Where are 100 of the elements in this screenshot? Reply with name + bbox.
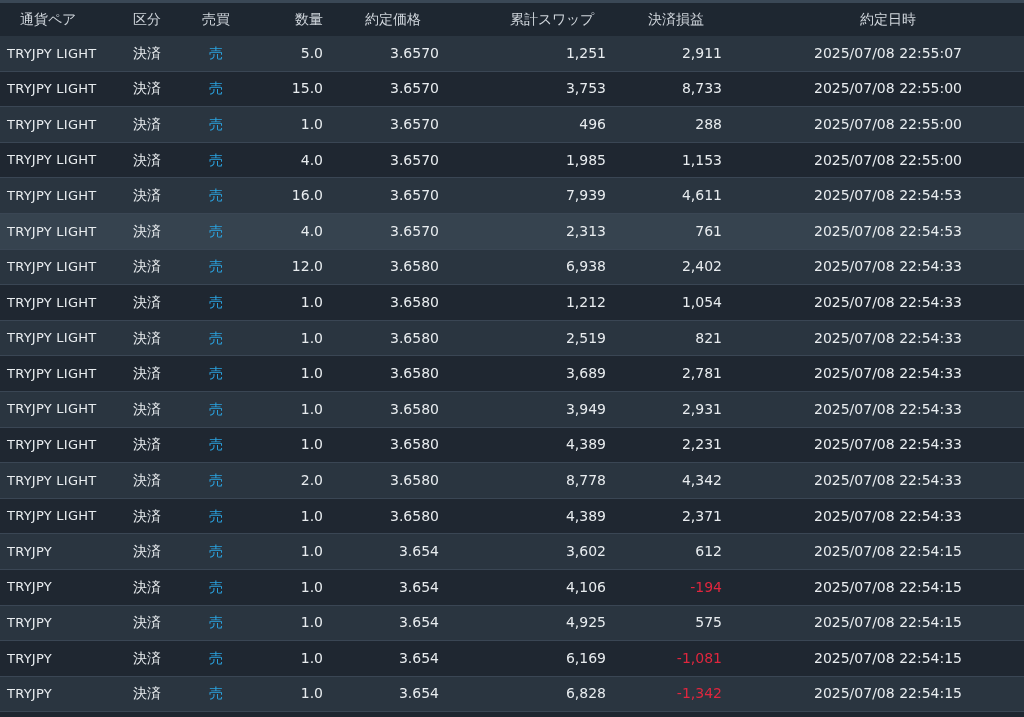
table-cell-text: TRYJPY LIGHT <box>6 186 98 205</box>
table-cell-text: 16.0 <box>290 186 323 206</box>
column-header[interactable]: 売買 <box>172 9 260 30</box>
table-cell-text: 売 <box>208 292 224 312</box>
table-row[interactable]: TRYJPY LIGHT 決済 売 1.0 3.6580 3,949 2,931 2025/07/08 22:54:33 <box>0 391 1024 428</box>
table-cell-text: 2,911 <box>680 43 722 63</box>
table-cell-text: 決済 <box>132 470 162 490</box>
table-cell-text: 売 <box>208 221 224 241</box>
table-cell-text: 4.0 <box>299 150 323 170</box>
table-cell-text: 2025/07/08 22:54:15 <box>813 648 963 668</box>
table-cell-text: 売 <box>208 577 224 597</box>
table-cell-text: 決済 <box>132 542 162 562</box>
table-cell-text: 決済 <box>132 292 162 312</box>
table-cell-text: 6,828 <box>564 684 606 704</box>
table-cell-text: 2025/07/08 22:55:00 <box>813 115 963 134</box>
table-cell-text: 1.0 <box>299 542 323 562</box>
table-cell-text: 3.6570 <box>389 115 439 134</box>
table-cell-text: 決済 <box>132 364 162 384</box>
table-row[interactable]: TRYJPY 決済 売 1.0 3.654 4,925 575 2025/07/08 22:54:15 <box>0 605 1024 642</box>
table-cell-text: 売 <box>208 470 224 490</box>
table-cell-text: 売 <box>208 542 224 562</box>
table-cell-text: 3.6580 <box>389 257 439 277</box>
table-cell-text: 1.0 <box>299 506 323 526</box>
table-cell-text: 2025/07/08 22:55:00 <box>813 79 963 99</box>
table-row[interactable]: TRYJPY LIGHT 決済 売 2.0 3.6580 8,778 4,342 2025/07/08 22:54:33 <box>0 463 1024 499</box>
table-cell-text: 12.0 <box>290 257 323 277</box>
column-header[interactable]: 約定日時 <box>722 9 1024 30</box>
table-cell-text: 2,313 <box>564 221 606 241</box>
column-header[interactable]: 決済損益 <box>606 9 722 30</box>
table-cell-text: 2025/07/08 22:54:33 <box>813 470 963 490</box>
column-header[interactable]: 累計スワップ <box>439 9 606 30</box>
table-cell-text: 3.654 <box>397 684 439 704</box>
table-cell-text: 2025/07/08 22:54:15 <box>813 684 963 704</box>
table-cell-text: TRYJPY <box>6 578 53 597</box>
table-cell-text: TRYJPY LIGHT <box>6 329 98 348</box>
column-header[interactable]: 数量 <box>260 9 323 30</box>
table-cell-text: 3,753 <box>564 79 606 99</box>
table-row[interactable]: TRYJPY LIGHT 決済 売 1.0 3.6580 2,519 821 2025/07/08 22:54:33 <box>0 320 1024 357</box>
table-cell-text: 4,389 <box>564 435 606 455</box>
table-cell-text: 3.654 <box>397 613 439 633</box>
table-cell-text: 2,231 <box>680 435 722 455</box>
column-header[interactable]: 通貨ペア <box>0 9 122 30</box>
table-cell-text: 3.654 <box>397 542 439 562</box>
table-cell-text: 3.6570 <box>389 221 439 241</box>
table-cell-text: 8,778 <box>564 470 606 490</box>
table-cell-text: 4,611 <box>680 186 722 206</box>
column-header[interactable]: 区分 <box>122 9 172 30</box>
table-cell-text: 2,519 <box>564 328 606 348</box>
table-cell-text: 2025/07/08 22:55:07 <box>813 43 963 63</box>
table-cell-text: 決済 <box>132 43 162 63</box>
table-cell-text: 3,689 <box>564 364 606 384</box>
table-row[interactable]: TRYJPY LIGHT 決済 売 1.0 3.6570 496 288 2025/07/08 22:55:00 <box>0 107 1024 143</box>
table-cell-text: 2025/07/08 22:54:33 <box>813 435 963 455</box>
table-cell-text: 売 <box>208 684 224 704</box>
table-cell-text: 3.654 <box>397 577 439 597</box>
table-row[interactable]: TRYJPY LIGHT 決済 売 5.0 3.6570 1,251 2,911 2025/07/08 22:55:07 <box>0 36 1024 72</box>
table-cell-text: 3.6580 <box>389 364 439 384</box>
table-cell-text: 4,925 <box>564 613 606 633</box>
table-cell-text: 3.6570 <box>389 79 439 99</box>
table-cell-text: 1,212 <box>564 292 606 312</box>
table-cell-text: 売 <box>208 613 224 633</box>
table-cell-text: 2025/07/08 22:54:33 <box>813 399 963 419</box>
table-cell-text: 4,106 <box>564 577 606 597</box>
table-cell-text: 2025/07/08 22:54:53 <box>813 186 963 206</box>
table-cell-text: 決済 <box>132 399 162 419</box>
table-cell-text: 決済 <box>132 577 162 597</box>
table-cell-text: 2025/07/08 22:54:33 <box>813 364 963 384</box>
table-cell-text: 6,938 <box>564 257 606 277</box>
table-cell-text: 1.0 <box>299 577 323 597</box>
table-row[interactable]: TRYJPY 決済 売 1.0 3.654 6,828 -1,342 2025/07/08 22:54:15 <box>0 676 1024 713</box>
table-row[interactable]: TRYJPY 決済 売 1.0 3.654 3,602 612 2025/07/08 22:54:15 <box>0 534 1024 570</box>
table-row[interactable]: TRYJPY LIGHT 決済 売 16.0 3.6570 7,939 4,611 2025/07/08 22:54:53 <box>0 178 1024 214</box>
table-cell-text: 821 <box>694 328 722 348</box>
table-cell-text: 1,153 <box>680 150 722 170</box>
table-cell-text: 決済 <box>132 79 162 99</box>
table-cell-text: TRYJPY <box>6 614 53 633</box>
table-cell-text: 3.6580 <box>389 506 439 526</box>
table-cell-text: 決済 <box>132 506 162 526</box>
table-cell-text: 決済 <box>132 150 162 170</box>
table-cell-text: 3.6580 <box>389 292 439 312</box>
table-cell-text: 2025/07/08 22:55:00 <box>813 150 963 170</box>
table-cell-text: 売 <box>208 506 224 526</box>
table-cell-text: -1,081 <box>675 648 722 668</box>
table-cell-text: 1.0 <box>299 435 323 455</box>
table-cell-text: -194 <box>689 577 722 597</box>
table-cell-text: 5.0 <box>299 43 323 63</box>
table-cell-text: TRYJPY <box>6 685 53 704</box>
column-header[interactable]: 約定価格 <box>323 9 439 30</box>
table-row[interactable]: TRYJPY LIGHT 決済 売 4.0 3.6570 2,313 761 2025/07/08 22:54:53 <box>0 213 1024 250</box>
table-cell-text: TRYJPY LIGHT <box>6 471 98 490</box>
table-cell-text: 売 <box>208 364 224 384</box>
table-cell-text: 1.0 <box>299 115 323 134</box>
table-cell-text: 売 <box>208 43 224 63</box>
table-row[interactable]: TRYJPY LIGHT 決済 売 12.0 3.6580 6,938 2,402 2025/07/08 22:54:33 <box>0 249 1024 286</box>
table-cell-text: TRYJPY LIGHT <box>6 436 98 455</box>
table-cell-text: 2025/07/08 22:54:15 <box>813 577 963 597</box>
table-cell-text: 売 <box>208 115 224 134</box>
table-cell-text: TRYJPY LIGHT <box>6 80 98 99</box>
table-cell-text: TRYJPY LIGHT <box>6 222 98 241</box>
table-cell-text: 4,342 <box>680 470 722 490</box>
